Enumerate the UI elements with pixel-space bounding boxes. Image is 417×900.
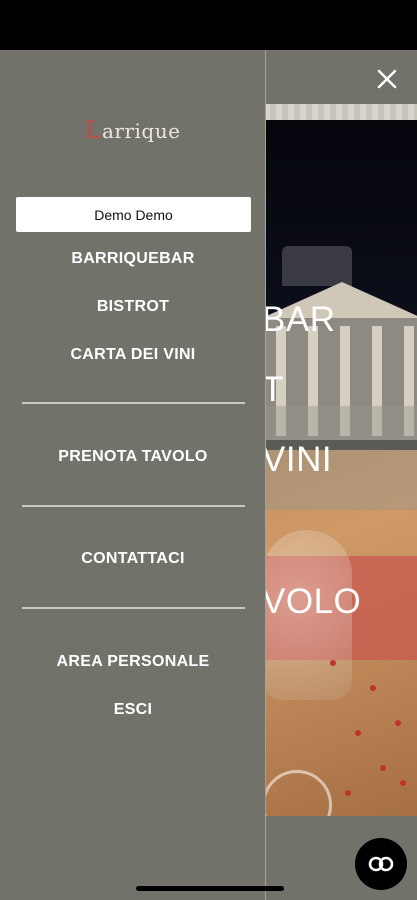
- chat-button[interactable]: [355, 838, 407, 890]
- user-name-label: Demo Demo: [94, 206, 173, 223]
- menu-item-prenota-tavolo[interactable]: PRENOTA TAVOLO: [0, 448, 266, 466]
- menu-item-barriquebar[interactable]: BARRIQUEBAR: [0, 250, 266, 268]
- user-name-button[interactable]: Demo Demo: [16, 197, 251, 232]
- close-button[interactable]: [370, 62, 404, 96]
- divider: [22, 607, 245, 609]
- divider: [22, 505, 245, 507]
- menu-item-esci[interactable]: ESCI: [0, 701, 266, 719]
- divider: [22, 402, 245, 404]
- menu-item-area-personale[interactable]: AREA PERSONALE: [0, 653, 266, 671]
- hero-word-tavolo[interactable]: VOLO: [262, 582, 361, 622]
- hero-word-bar[interactable]: BAR: [262, 300, 335, 340]
- menu-item-contattaci[interactable]: CONTATTACI: [0, 550, 266, 568]
- side-drawer: Larrique Demo Demo BARRIQUEBAR BISTROT C…: [0, 50, 266, 900]
- chat-icon: [368, 856, 394, 872]
- home-indicator: [136, 886, 284, 891]
- menu-item-carta-dei-vini[interactable]: CARTA DEI VINI: [0, 346, 266, 364]
- menu-item-bistrot[interactable]: BISTROT: [0, 298, 266, 316]
- hero-word-vini[interactable]: VINI: [262, 440, 332, 480]
- close-icon: [377, 69, 397, 89]
- logo: Larrique: [85, 116, 181, 144]
- status-bar: [0, 0, 417, 50]
